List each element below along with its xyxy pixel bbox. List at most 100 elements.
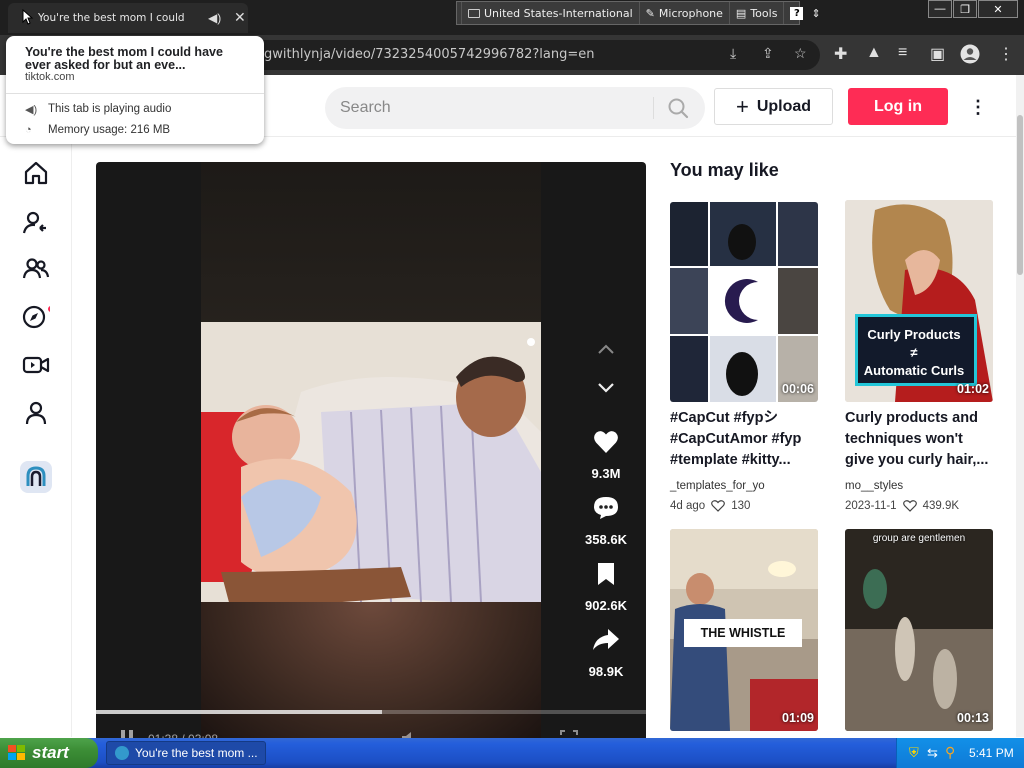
card-meta: 2023-11-1 439.9K (845, 500, 959, 512)
security-shield-icon[interactable]: ⛨ (909, 745, 919, 761)
explore-icon[interactable] (22, 303, 50, 331)
language-bar: United States-International ✎ Microphone… (456, 1, 821, 25)
cat-collage-thumbnail (670, 202, 818, 402)
close-tab-icon[interactable]: ✕ (234, 9, 246, 26)
following-icon[interactable] (22, 209, 50, 237)
taskbar-window-button[interactable]: You're the best mom ... (106, 741, 266, 765)
microphone-icon: ✎ (645, 6, 655, 20)
like-heart-outline-icon (902, 500, 917, 512)
video-photo (201, 322, 541, 610)
card-thumbnail: group are gentlemen 00:13 (845, 529, 993, 731)
speaker-icon[interactable]: ◀) (208, 11, 221, 25)
left-nav (0, 137, 72, 737)
login-button[interactable]: Log in (848, 88, 948, 125)
you-may-like-heading: You may like (670, 160, 779, 180)
bookmark-icon (598, 563, 614, 585)
side-panel-icon[interactable]: ▣ (930, 44, 945, 64)
like-button[interactable]: 9.3M (566, 430, 646, 482)
comment-icon (594, 497, 618, 519)
labs-icon[interactable]: ▲ (866, 44, 882, 62)
chevron-up-icon (598, 344, 614, 354)
hovercard-divider (6, 93, 264, 94)
search-icon[interactable] (667, 97, 689, 119)
extensions-icon[interactable]: ✚ (834, 44, 847, 64)
recommended-card[interactable]: 00:06 #CapCut #fypシ #CapCutAmor #fyp #te… (670, 202, 818, 522)
card-author[interactable]: _templates_for_yo (670, 480, 765, 492)
save-button[interactable]: 902.6K (566, 562, 646, 614)
clock: 5:41 PM (969, 746, 1014, 760)
recommended-card[interactable]: group are gentlemen 00:13 (845, 529, 993, 731)
card-thumbnail: Curly Products ≠ Automatic Curls 01:02 (845, 200, 993, 402)
search-divider (653, 97, 654, 119)
profile-icon[interactable] (22, 399, 50, 427)
comment-count: 358.6K (585, 532, 627, 547)
media-controls-icon[interactable]: ≡ (898, 44, 907, 62)
photo-illustration (201, 322, 541, 610)
card-caption[interactable]: Curly products and techniques won't give… (845, 408, 993, 471)
start-button[interactable]: start (0, 738, 98, 768)
night-street-thumbnail (845, 529, 993, 731)
profile-avatar-icon[interactable] (960, 44, 980, 64)
card-caption[interactable]: #CapCut #fypシ #CapCutAmor #fyp #template… (670, 408, 818, 471)
hovercard-audio-text: This tab is playing audio (48, 103, 172, 115)
taskbar: start You're the best mom ... ⛨ ⇆ ⚲ 5:41… (0, 738, 1024, 768)
card-thumbnail: 00:06 (670, 202, 818, 402)
home-icon[interactable] (22, 159, 50, 187)
upload-label: Upload (756, 97, 812, 115)
card-overlay-text: THE WHISTLE (700, 626, 786, 640)
upload-button[interactable]: + Upload (714, 88, 833, 125)
network-icon[interactable]: ⇆ (927, 745, 938, 761)
tools-button[interactable]: ▤ Tools (730, 2, 785, 24)
tools-label: Tools (750, 6, 778, 20)
bookmark-star-icon[interactable]: ☆ (794, 45, 807, 62)
card-author[interactable]: mo__styles (845, 480, 903, 492)
share-button[interactable]: 98.9K (566, 628, 646, 680)
video-face-region (201, 602, 541, 742)
minimize-button[interactable]: — (928, 0, 952, 18)
language-selector[interactable]: United States-International (462, 2, 640, 24)
previous-video-button[interactable] (586, 329, 626, 369)
url-text[interactable]: gwithlynja/video/7323254005742996782?lan… (264, 47, 594, 62)
comment-button[interactable]: 358.6K (566, 496, 646, 548)
scrollbar-thumb[interactable] (1017, 115, 1023, 275)
share-icon[interactable]: ⇪ (762, 45, 774, 62)
windows-logo-icon (8, 745, 25, 760)
card-duration: 01:02 (957, 382, 989, 396)
hovercard-domain: tiktok.com (25, 71, 75, 83)
browser-tab[interactable]: You're the best mom I could ha ◀) ✕ (8, 3, 248, 33)
card-likes: 439.9K (922, 500, 960, 512)
video-player[interactable]: 01:38 / 03:08 (96, 162, 646, 742)
next-video-button[interactable] (586, 368, 626, 408)
microphone-button[interactable]: ✎ Microphone (640, 2, 730, 24)
friends-icon[interactable] (22, 255, 50, 283)
tab-title: You're the best mom I could ha (38, 12, 188, 24)
live-icon[interactable] (22, 351, 50, 379)
tab-hovercard: You're the best mom I could have ever as… (6, 36, 264, 144)
card-date: 4d ago (670, 500, 706, 512)
card-overlay-text: group are gentlemen (872, 533, 966, 544)
search-tray-icon[interactable]: ⚲ (945, 744, 955, 761)
help-button[interactable]: ? (784, 2, 809, 24)
more-options-icon[interactable]: ⋮ (968, 93, 988, 121)
search-box (325, 87, 705, 129)
browser-menu-icon[interactable]: ⋮ (998, 44, 1014, 64)
system-tray: ⛨ ⇆ ⚲ 5:41 PM (896, 738, 1024, 768)
langbar-options-icon[interactable]: ⇕ (809, 2, 822, 24)
card-overlay-text: Curly Products ≠ Automatic Curls (845, 326, 983, 380)
language-label: United States-International (484, 6, 633, 20)
share-count: 98.9K (588, 664, 624, 679)
screen: You're the best mom I could ha ◀) ✕ Unit… (0, 0, 1024, 768)
overlay-line-2: ≠ (910, 345, 918, 360)
search-input[interactable] (340, 87, 640, 129)
page-scrollbar[interactable] (1016, 75, 1024, 737)
creator-tools-icon[interactable] (20, 461, 52, 493)
recommended-card[interactable]: THE WHISTLE 01:09 (670, 529, 818, 731)
keyboard-icon (468, 8, 480, 18)
recommended-card[interactable]: Curly Products ≠ Automatic Curls 01:02 C… (845, 200, 993, 520)
restore-button[interactable]: ❐ (953, 0, 977, 18)
audio-icon: ◀) (25, 104, 38, 116)
browser-tabstrip: You're the best mom I could ha ◀) ✕ Unit… (0, 0, 1024, 35)
close-window-button[interactable]: ✕ (978, 0, 1018, 18)
install-app-icon[interactable]: ⤓ (730, 45, 736, 62)
like-heart-outline-icon (711, 500, 726, 512)
